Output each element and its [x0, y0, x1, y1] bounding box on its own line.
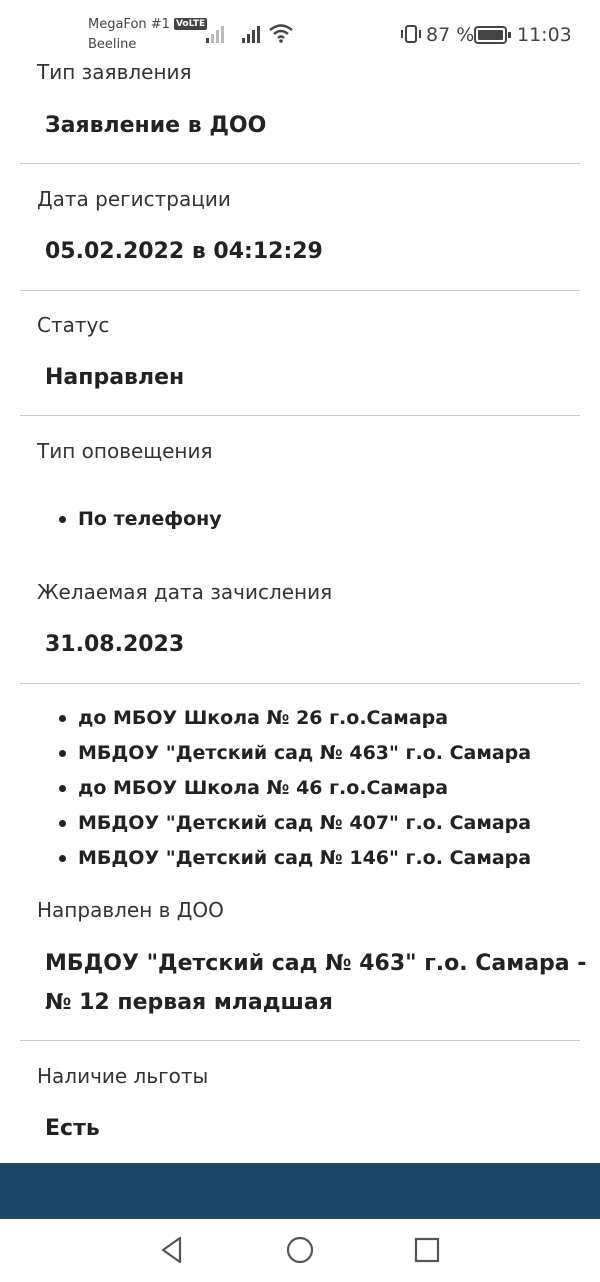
notification-type-list: По телефону [59, 506, 222, 541]
desired-date-value: 31.08.2023 [45, 632, 185, 657]
desired-date-label: Желаемая дата зачисления [37, 580, 333, 604]
divider [20, 163, 580, 164]
divider [20, 1040, 580, 1041]
status-bar: MegaFon #1 VoLTE Beeline 87 % 11:03 [0, 0, 600, 62]
list-item: По телефону [59, 506, 222, 541]
benefit-label: Наличие льготы [37, 1064, 209, 1088]
list-item: до МБОУ Школа № 26 г.о.Самара [58, 705, 531, 740]
recents-icon [414, 1237, 440, 1263]
clock: 11:03 [517, 24, 572, 46]
recents-button[interactable] [410, 1233, 444, 1267]
registration-date-value: 05.02.2022 в 04:12:29 [45, 239, 323, 264]
directed-to-value: МБДОУ "Детский сад № 463" г.о. Самара - … [45, 951, 587, 1015]
system-nav-bar [0, 1219, 600, 1282]
directed-to-label: Направлен в ДОО [37, 898, 224, 922]
battery-icon [474, 26, 511, 44]
divider [20, 290, 580, 291]
application-type-value: Заявление в ДОО [45, 113, 267, 138]
divider [20, 415, 580, 416]
carrier-2: Beeline [88, 37, 137, 52]
divider [20, 683, 580, 684]
vibrate-icon [401, 25, 421, 43]
benefit-value: Есть [45, 1116, 100, 1141]
wifi-icon [269, 24, 293, 43]
list-item: МБДОУ "Детский сад № 463" г.о. Самара [58, 740, 531, 775]
notification-type-label: Тип оповещения [37, 439, 213, 463]
volte-badge: VoLTE [173, 18, 208, 30]
home-button[interactable] [283, 1233, 317, 1267]
bottom-bar [0, 1163, 600, 1219]
carrier-1: MegaFon #1 VoLTE [88, 17, 208, 32]
home-icon [286, 1236, 314, 1264]
list-item: МБДОУ "Детский сад № 146" г.о. Самара [58, 845, 531, 880]
registration-date-label: Дата регистрации [37, 187, 231, 211]
signal-icon [242, 26, 260, 43]
list-item: до МБОУ Школа № 46 г.о.Самара [58, 775, 531, 810]
back-button[interactable] [155, 1233, 189, 1267]
signal-icon [206, 26, 224, 43]
back-icon [161, 1236, 182, 1264]
list-item: МБДОУ "Детский сад № 407" г.о. Самара [58, 810, 531, 845]
battery-percent: 87 % [426, 24, 475, 46]
preferred-institutions-list: до МБОУ Школа № 26 г.о.Самара МБДОУ "Дет… [58, 705, 531, 880]
application-type-label: Тип заявления [37, 60, 192, 84]
status-value: Направлен [45, 365, 185, 390]
status-label: Статус [37, 313, 110, 337]
